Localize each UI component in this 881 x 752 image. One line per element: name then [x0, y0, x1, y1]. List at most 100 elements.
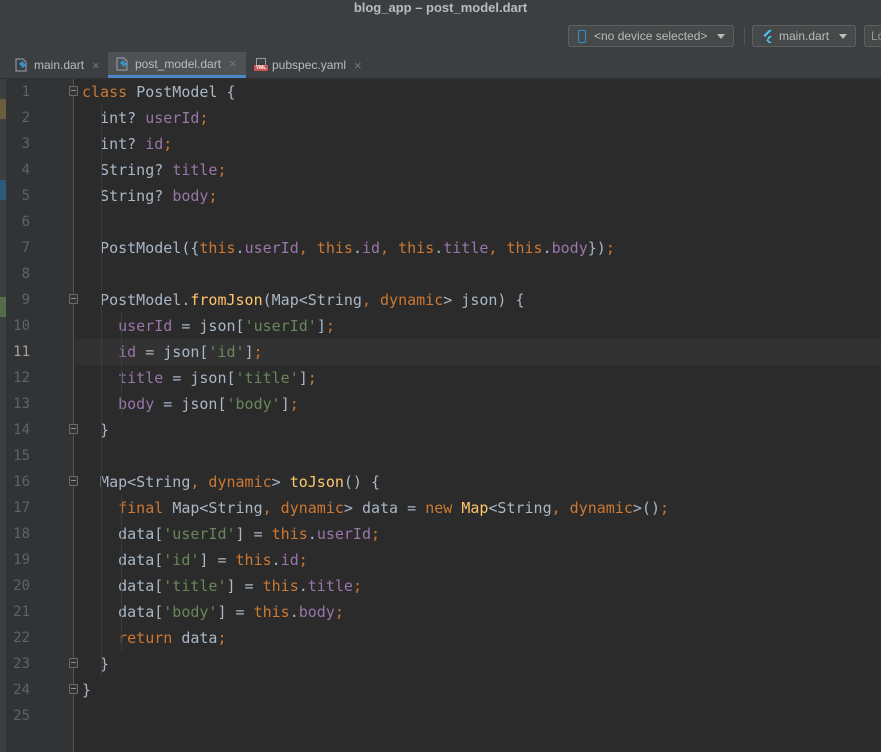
- line-number[interactable]: 10: [6, 313, 30, 339]
- line-number[interactable]: 9: [6, 287, 30, 313]
- run-config-selector[interactable]: main.dart: [752, 25, 856, 47]
- code-line[interactable]: 16 Map<String, dynamic> toJson() {: [0, 469, 881, 495]
- code-line[interactable]: 25: [0, 703, 881, 729]
- code-line[interactable]: 14 }: [0, 417, 881, 443]
- chevron-down-icon: [717, 33, 725, 39]
- code-line[interactable]: 15: [0, 443, 881, 469]
- code-line[interactable]: 9 PostModel.fromJson(Map<String, dynamic…: [0, 287, 881, 313]
- code-token: this: [199, 239, 236, 257]
- code-text: }: [82, 677, 91, 703]
- code-line[interactable]: 5 String? body;: [0, 183, 881, 209]
- line-number[interactable]: 12: [6, 365, 30, 391]
- code-line[interactable]: 20 data['title'] = this.title;: [0, 573, 881, 599]
- code-line[interactable]: 7 PostModel({this.userId, this.id, this.…: [0, 235, 881, 261]
- fold-toggle-icon[interactable]: [69, 424, 78, 434]
- code-line[interactable]: 23 }: [0, 651, 881, 677]
- line-number[interactable]: 14: [6, 417, 30, 443]
- code-text: class PostModel {: [82, 79, 236, 105]
- line-number[interactable]: 17: [6, 495, 30, 521]
- code-line[interactable]: 6: [0, 209, 881, 235]
- line-number[interactable]: 8: [6, 261, 30, 287]
- code-token: }: [82, 655, 110, 673]
- code-token: >: [271, 473, 290, 491]
- line-number[interactable]: 21: [6, 599, 30, 625]
- line-number[interactable]: 18: [6, 521, 30, 547]
- code-token: ] =: [217, 603, 254, 621]
- code-line[interactable]: 17 final Map<String, dynamic> data = new…: [0, 495, 881, 521]
- code-line[interactable]: 18 data['userId'] = this.userId;: [0, 521, 881, 547]
- line-number[interactable]: 13: [6, 391, 30, 417]
- code-token: userId: [118, 317, 182, 335]
- toolbar: <no device selected> main.dart Lo: [0, 18, 881, 53]
- line-number[interactable]: 22: [6, 625, 30, 651]
- code-token: , dynamic: [551, 499, 633, 517]
- line-number[interactable]: 3: [6, 131, 30, 157]
- code-token: ] =: [235, 525, 272, 543]
- line-number[interactable]: 19: [6, 547, 30, 573]
- device-selector[interactable]: <no device selected>: [568, 25, 734, 47]
- line-number[interactable]: 2: [6, 105, 30, 131]
- code-line[interactable]: 13 body = json['body'];: [0, 391, 881, 417]
- close-icon[interactable]: ×: [229, 56, 237, 71]
- fold-toggle-icon[interactable]: [69, 476, 78, 486]
- code-token: 'id': [163, 551, 200, 569]
- code-token: id: [145, 135, 164, 153]
- code-text: }: [82, 651, 109, 677]
- fold-toggle-icon[interactable]: [69, 86, 78, 96]
- code-text: title = json['title'];: [82, 365, 317, 391]
- line-number[interactable]: 15: [6, 443, 30, 469]
- code-token: ;: [352, 577, 362, 595]
- line-number[interactable]: 25: [6, 703, 30, 729]
- code-text: String? title;: [82, 157, 226, 183]
- line-number[interactable]: 24: [6, 677, 30, 703]
- code-line[interactable]: 21 data['body'] = this.body;: [0, 599, 881, 625]
- line-number[interactable]: 6: [6, 209, 30, 235]
- code-text: Map<String, dynamic> toJson() {: [82, 469, 380, 495]
- line-number[interactable]: 1: [6, 79, 30, 105]
- indent-guide: [101, 105, 102, 677]
- tab-label: main.dart: [34, 58, 85, 72]
- fold-toggle-icon[interactable]: [69, 684, 78, 694]
- code-line[interactable]: 1 class PostModel {: [0, 79, 881, 105]
- code-token: body: [551, 239, 588, 257]
- fold-toggle-icon[interactable]: [69, 658, 78, 668]
- code-token: 'userId': [163, 525, 236, 543]
- tab-pubspec-yaml[interactable]: YML pubspec.yaml ×: [254, 52, 366, 78]
- code-token: }: [82, 421, 110, 439]
- line-number[interactable]: 11: [6, 339, 30, 365]
- fold-toggle-icon[interactable]: [69, 294, 78, 304]
- code-line[interactable]: 4 String? title;: [0, 157, 881, 183]
- tab-main-dart[interactable]: main.dart ×: [14, 52, 106, 78]
- code-line[interactable]: 3 int? id;: [0, 131, 881, 157]
- code-line[interactable]: 8: [0, 261, 881, 287]
- line-number[interactable]: 7: [6, 235, 30, 261]
- run-config-label: main.dart: [779, 29, 830, 43]
- close-icon[interactable]: ×: [92, 58, 100, 73]
- code-line[interactable]: 12 title = json['title'];: [0, 365, 881, 391]
- line-number[interactable]: 4: [6, 157, 30, 183]
- code-line[interactable]: 22 return data;: [0, 625, 881, 651]
- code-text: String? body;: [82, 183, 217, 209]
- code-token: fromJson: [190, 291, 263, 309]
- toolbar-partial-button[interactable]: Lo: [864, 25, 881, 47]
- code-token: ] =: [199, 551, 236, 569]
- code-line[interactable]: 10 userId = json['userId'];: [0, 313, 881, 339]
- code-token: Map<String: [172, 499, 263, 517]
- line-number[interactable]: 20: [6, 573, 30, 599]
- editor-tabs: main.dart × post_model.dart × YML pubspe…: [0, 52, 881, 79]
- code-line[interactable]: 19 data['id'] = this.id;: [0, 547, 881, 573]
- code-line[interactable]: 24}: [0, 677, 881, 703]
- code-line[interactable]: 11 id = json['id'];: [0, 339, 881, 365]
- code-token: , dynamic: [262, 499, 344, 517]
- code-line[interactable]: 2 int? userId;: [0, 105, 881, 131]
- line-number[interactable]: 5: [6, 183, 30, 209]
- code-token: 'title': [163, 577, 227, 595]
- close-icon[interactable]: ×: [354, 58, 362, 73]
- toolbar-separator: [744, 27, 745, 45]
- line-number[interactable]: 16: [6, 469, 30, 495]
- device-selector-label: <no device selected>: [594, 29, 708, 43]
- tab-post-model-dart[interactable]: post_model.dart ×: [108, 52, 246, 78]
- code-token: PostModel({: [82, 239, 200, 257]
- code-token: id: [118, 343, 146, 361]
- line-number[interactable]: 23: [6, 651, 30, 677]
